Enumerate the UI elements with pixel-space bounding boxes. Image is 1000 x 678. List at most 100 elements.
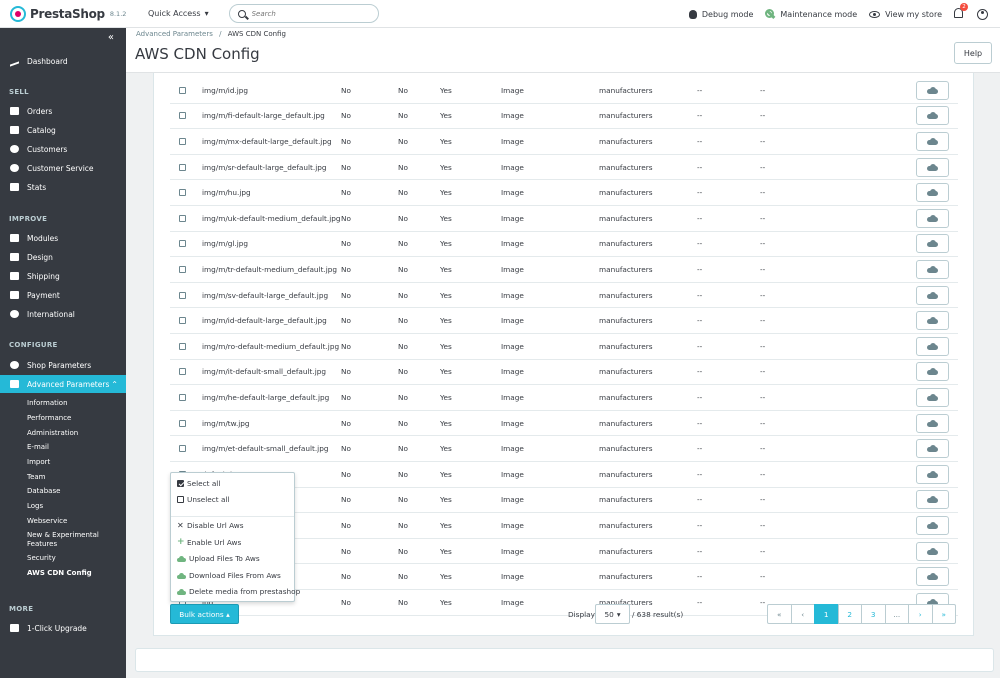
subitem-new-experimental-features[interactable]: Features (27, 540, 57, 549)
sidebar-item-label: Shipping (27, 271, 60, 281)
sidebar-item-shop-parameters[interactable]: Shop Parameters (0, 357, 126, 373)
view-store-link[interactable]: View my store (869, 10, 942, 19)
row-checkbox[interactable] (179, 214, 186, 222)
upload-button[interactable] (916, 541, 949, 561)
upload-button[interactable] (916, 106, 949, 126)
upload-button[interactable] (916, 234, 949, 254)
upload-button[interactable] (916, 515, 949, 535)
row-checkbox[interactable] (179, 112, 186, 120)
unselect-all-item[interactable]: Unselect all (177, 495, 230, 504)
upload-button[interactable] (916, 80, 949, 100)
page-prev[interactable]: ‹ (790, 604, 815, 624)
sidebar-item-international[interactable]: International (0, 306, 126, 322)
select-all-item[interactable]: Select all (177, 479, 220, 488)
row-checkbox[interactable] (179, 342, 186, 350)
upload-button[interactable] (916, 157, 949, 177)
upload-button[interactable] (916, 490, 949, 510)
upload-button[interactable] (916, 183, 949, 203)
subitem-webservice[interactable]: Webservice (27, 517, 67, 526)
subitem-performance[interactable]: Performance (27, 414, 71, 423)
row-checkbox[interactable] (179, 419, 186, 427)
row-checkbox[interactable] (179, 445, 186, 453)
subitem-security[interactable]: Security (27, 554, 56, 563)
delete-media-item[interactable]: Delete media from prestashop (177, 587, 300, 596)
upload-button[interactable] (916, 413, 949, 433)
upload-button[interactable] (916, 311, 949, 331)
per-page-select[interactable]: 50 ▾ (595, 604, 630, 624)
sidebar-item-catalog[interactable]: Catalog (0, 122, 126, 138)
subitem-database[interactable]: Database (27, 487, 60, 496)
subitem-new-experimental[interactable]: New & Experimental (27, 531, 99, 540)
sidebar-item-stats[interactable]: Stats (0, 179, 126, 195)
upload-button[interactable] (916, 131, 949, 151)
upload-button[interactable] (916, 567, 949, 587)
upload-button[interactable] (916, 336, 949, 356)
row-checkbox[interactable] (179, 86, 186, 94)
help-button[interactable]: Help (954, 42, 992, 64)
row-checkbox[interactable] (179, 137, 186, 145)
page-1[interactable]: 1 (814, 604, 839, 624)
page-first[interactable]: « (767, 604, 792, 624)
upload-files-item[interactable]: Upload Files To Aws (177, 554, 260, 563)
upload-button[interactable] (916, 362, 949, 382)
sidebar-item-orders[interactable]: Orders (0, 103, 126, 119)
subitem-logs[interactable]: Logs (27, 502, 43, 511)
subitem-import[interactable]: Import (27, 458, 50, 467)
maintenance-mode-link[interactable]: Maintenance mode (765, 9, 857, 19)
upload-button[interactable] (916, 387, 949, 407)
upload-button[interactable] (916, 464, 949, 484)
status-col-3: Yes (440, 85, 452, 95)
page-2[interactable]: 2 (837, 604, 862, 624)
row-checkbox[interactable] (179, 189, 186, 197)
bulk-actions-button[interactable]: Bulk actions ▴ (170, 604, 239, 624)
subitem-team[interactable]: Team (27, 473, 46, 482)
upload-button[interactable] (916, 285, 949, 305)
sidebar-item-shipping[interactable]: Shipping (0, 268, 126, 284)
section-improve: IMPROVE (9, 215, 48, 223)
menu-item-label: Unselect all (187, 495, 230, 504)
value-col-1: -- (697, 341, 703, 351)
search-input[interactable] (251, 9, 362, 18)
status-col-2: No (398, 597, 408, 607)
sidebar-item-advanced-parameters[interactable]: Advanced Parameters ⌃ (0, 375, 126, 393)
status-col-1: No (341, 444, 351, 454)
sidebar-item-customer-service[interactable]: Customer Service (0, 160, 126, 176)
upload-button[interactable] (916, 259, 949, 279)
row-checkbox[interactable] (179, 291, 186, 299)
row-checkbox[interactable] (179, 163, 186, 171)
collapse-sidebar-icon[interactable]: « (108, 32, 114, 43)
row-checkbox[interactable] (179, 240, 186, 248)
sidebar-item-design[interactable]: Design (0, 249, 126, 265)
upload-button[interactable] (916, 208, 949, 228)
sidebar-item-1-click-upgrade[interactable]: 1-Click Upgrade (0, 620, 126, 636)
disable-url-aws-item[interactable]: ✕ Disable Url Aws (177, 521, 244, 530)
subitem-email[interactable]: E-mail (27, 443, 49, 452)
file-type: Image (501, 341, 524, 351)
table-row: img/m/hu.jpg No No Yes Image manufacturers -- -… (170, 180, 958, 206)
page-next[interactable]: › (908, 604, 933, 624)
upload-button[interactable] (916, 439, 949, 459)
logo[interactable]: PrestaShop 8.1.2 (10, 5, 136, 22)
sidebar-item-dashboard[interactable]: Dashboard (0, 53, 126, 69)
notifications-button[interactable]: 2 (954, 3, 968, 20)
row-checkbox[interactable] (179, 393, 186, 401)
row-checkbox[interactable] (179, 317, 186, 325)
search-box[interactable] (228, 4, 379, 23)
page-last[interactable]: » (931, 604, 956, 624)
user-account-icon[interactable] (977, 8, 988, 20)
sidebar-item-payment[interactable]: Payment (0, 287, 126, 303)
folder-name: manufacturers (599, 572, 653, 582)
subitem-aws-cdn-config[interactable]: AWS CDN Config (27, 569, 92, 578)
row-checkbox[interactable] (179, 368, 186, 376)
subitem-administration[interactable]: Administration (27, 429, 78, 438)
subitem-information[interactable]: Information (27, 399, 68, 408)
page-3[interactable]: 3 (861, 604, 886, 624)
download-files-item[interactable]: Download Files From Aws (177, 571, 281, 580)
row-checkbox[interactable] (179, 265, 186, 273)
sidebar-item-modules[interactable]: Modules (0, 230, 126, 246)
quick-access-button[interactable]: Quick Access ▾ (148, 9, 209, 18)
debug-mode-link[interactable]: Debug mode (688, 9, 753, 19)
sidebar-item-customers[interactable]: Customers (0, 141, 126, 157)
breadcrumb-parent[interactable]: Advanced Parameters (136, 30, 213, 38)
enable-url-aws-item[interactable]: + Enable Url Aws (177, 537, 241, 547)
